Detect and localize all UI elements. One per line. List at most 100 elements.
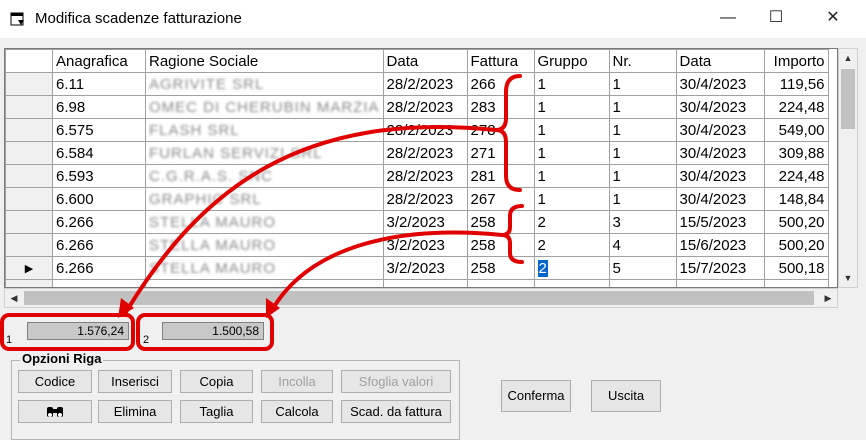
copia-button[interactable]: Copia	[180, 370, 253, 393]
table-cell[interactable]: 28/2/2023	[382, 187, 468, 211]
column-header[interactable]: Data	[382, 49, 468, 73]
table-cell[interactable]: STELLA MAURO	[145, 233, 384, 257]
table-row[interactable]: 6.575 FLASH SRL 28/2/2023 278 1 1 30/4/2023 549…	[5, 118, 829, 142]
table-cell[interactable]: 500,20	[763, 210, 829, 234]
table-cell[interactable]: 258	[466, 256, 535, 280]
table-cell[interactable]: 15/6/2023	[675, 233, 765, 257]
table-row[interactable]: 6.11 AGRIVITE SRL 28/2/2023 266 1 1 30/4/2023 1…	[5, 72, 829, 96]
selected-cell-value[interactable]: 2	[537, 259, 548, 277]
conferma-button[interactable]: Conferma	[501, 380, 571, 412]
table-cell[interactable]: STELLA MAURO	[145, 210, 384, 234]
table-cell[interactable]: 6.584	[52, 141, 146, 165]
table-cell[interactable]: 30/4/2023	[675, 72, 765, 96]
row-selector[interactable]: ✱	[5, 279, 53, 287]
table-cell[interactable]: 266	[466, 72, 535, 96]
table-cell[interactable]	[52, 279, 146, 287]
table-cell[interactable]: 1	[533, 187, 610, 211]
table-cell[interactable]: 224,48	[763, 164, 829, 188]
table-row[interactable]: 6.266 STELLA MAURO 3/2/2023 258 2 3 15/5/2023 5…	[5, 210, 829, 234]
table-cell[interactable]: 3/2/2023	[382, 210, 468, 234]
table-cell[interactable]	[466, 279, 535, 287]
column-header[interactable]: Data	[675, 49, 765, 73]
maximize-button[interactable]: ☐	[753, 0, 799, 38]
table-cell[interactable]: 309,88	[763, 141, 829, 165]
row-selector[interactable]	[5, 118, 53, 142]
uscita-button[interactable]: Uscita	[591, 380, 661, 412]
table-row[interactable]: 6.266 STELLA MAURO 3/2/2023 258 2 4 15/6/2023 5…	[5, 233, 829, 257]
table-cell[interactable]: FLASH SRL	[145, 118, 384, 142]
row-selector[interactable]	[5, 164, 53, 188]
table-cell[interactable]: 224,48	[763, 95, 829, 119]
table-cell[interactable]: 30/4/2023	[675, 118, 765, 142]
table-cell[interactable]: 258	[466, 233, 535, 257]
table-cell[interactable]: STELLA MAURO	[145, 256, 384, 280]
table-cell[interactable]	[675, 279, 765, 287]
table-cell[interactable]: 15/7/2023	[675, 256, 765, 280]
table-cell[interactable]: FURLAN SERVIZI SRL	[145, 141, 384, 165]
row-selector[interactable]	[5, 141, 53, 165]
table-cell[interactable]: 1	[608, 164, 677, 188]
calcola-button[interactable]: Calcola	[261, 400, 333, 423]
table-cell[interactable]: 1	[608, 72, 677, 96]
vertical-scrollbar[interactable]: ▲ ▼	[838, 48, 858, 288]
table-cell[interactable]: 28/2/2023	[382, 118, 468, 142]
table-cell[interactable]: C.G.R.A.S. SNC	[145, 164, 384, 188]
table-row[interactable]: 6.98 OMEC DI CHERUBIN MARZIA 28/2/2023 283 1…	[5, 95, 829, 119]
table-cell[interactable]	[382, 279, 468, 287]
table-cell[interactable]	[608, 279, 677, 287]
table-cell[interactable]: 4	[608, 233, 677, 257]
column-header[interactable]: Nr.	[608, 49, 677, 73]
table-cell[interactable]	[763, 279, 829, 287]
table-cell[interactable]: 281	[466, 164, 535, 188]
table-cell[interactable]: 6.575	[52, 118, 146, 142]
table-cell[interactable]: 1	[533, 141, 610, 165]
taglia-button[interactable]: Taglia	[180, 400, 253, 423]
scroll-right-icon[interactable]: ▶	[819, 289, 837, 307]
table-cell[interactable]: OMEC DI CHERUBIN MARZIA	[145, 95, 384, 119]
table-cell[interactable]: 1	[533, 95, 610, 119]
column-header[interactable]: Ragione Sociale	[145, 49, 384, 73]
scroll-left-icon[interactable]: ◀	[5, 289, 23, 307]
row-selector[interactable]: ▶	[5, 256, 53, 280]
table-cell[interactable]: 5	[608, 256, 677, 280]
minimize-button[interactable]: —	[705, 0, 751, 38]
table-cell[interactable]: 6.11	[52, 72, 146, 96]
table-row[interactable]: 6.584 FURLAN SERVIZI SRL 28/2/2023 271 1 1 30/…	[5, 141, 829, 165]
table-cell[interactable]: GRAPHIC SRL	[145, 187, 384, 211]
table-cell[interactable]: 3/2/2023	[382, 256, 468, 280]
scroll-up-icon[interactable]: ▲	[839, 49, 857, 67]
table-cell[interactable]: 278	[466, 118, 535, 142]
table-cell[interactable]: 6.266	[52, 210, 146, 234]
sfoglia-valori-button[interactable]: Sfoglia valori	[341, 370, 451, 393]
row-selector[interactable]	[5, 233, 53, 257]
table-cell[interactable]: 15/5/2023	[675, 210, 765, 234]
table-cell[interactable]: 30/4/2023	[675, 187, 765, 211]
column-header[interactable]: Importo	[763, 49, 829, 73]
vertical-scroll-thumb[interactable]	[841, 69, 855, 129]
table-cell[interactable]: 6.266	[52, 233, 146, 257]
column-header[interactable]: Fattura	[466, 49, 535, 73]
table-row[interactable]: ✱	[5, 279, 829, 287]
horizontal-scrollbar[interactable]: ◀ ▶	[4, 288, 838, 308]
table-cell[interactable]	[533, 279, 610, 287]
table-cell[interactable]: 1	[608, 95, 677, 119]
table-cell[interactable]: 271	[466, 141, 535, 165]
table-cell[interactable]: 549,00	[763, 118, 829, 142]
table-cell[interactable]: 6.600	[52, 187, 146, 211]
table-cell[interactable]: 1	[608, 187, 677, 211]
table-cell[interactable]: 500,18	[763, 256, 829, 280]
table-cell[interactable]: 1	[533, 72, 610, 96]
table-cell[interactable]: 500,20	[763, 233, 829, 257]
codice-button[interactable]: Codice	[18, 370, 92, 393]
row-selector[interactable]	[5, 187, 53, 211]
table-cell[interactable]: 30/4/2023	[675, 141, 765, 165]
table-cell[interactable]: 283	[466, 95, 535, 119]
table-cell[interactable]: 6.98	[52, 95, 146, 119]
table-cell[interactable]: 3	[608, 210, 677, 234]
row-selector[interactable]	[5, 95, 53, 119]
column-header[interactable]: Anagrafica	[52, 49, 146, 73]
close-button[interactable]: ✕	[810, 0, 856, 38]
table-cell[interactable]: 3/2/2023	[382, 233, 468, 257]
table-cell[interactable]: 30/4/2023	[675, 95, 765, 119]
table-cell[interactable]: 1	[608, 141, 677, 165]
